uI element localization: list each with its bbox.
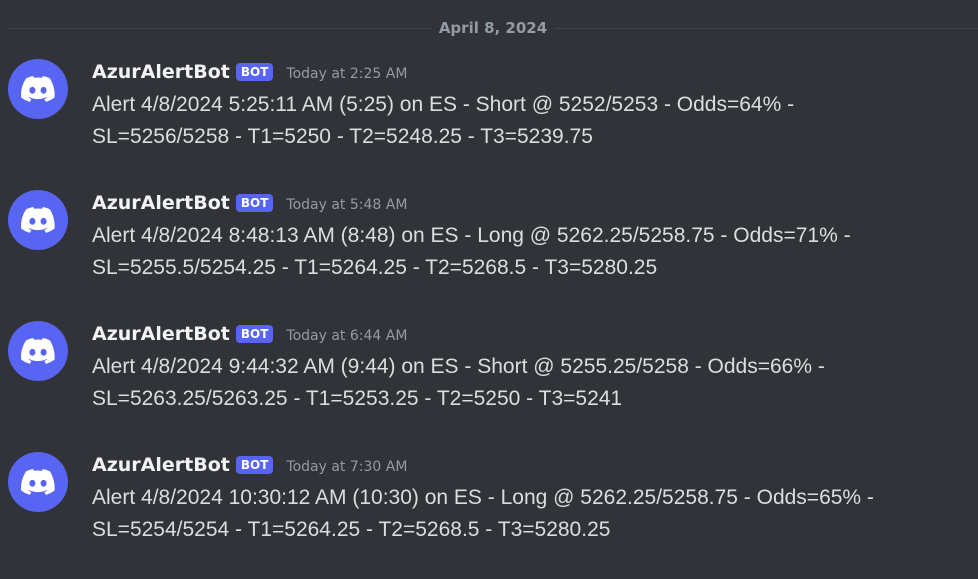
message-header: AzurAlertBot BOT Today at 7:30 AM <box>92 452 407 478</box>
username[interactable]: AzurAlertBot <box>92 192 230 214</box>
message-header: AzurAlertBot BOT Today at 5:48 AM <box>92 190 407 216</box>
divider-line-right <box>555 27 978 29</box>
bot-tag: BOT <box>235 456 274 474</box>
message-line: SL=5263.25/5263.25 - T1=5253.25 - T2=525… <box>92 387 623 410</box>
bot-tag: BOT <box>235 325 274 343</box>
timestamp[interactable]: Today at 7:30 AM <box>286 459 407 475</box>
timestamp[interactable]: Today at 5:48 AM <box>286 197 407 213</box>
message-line: Alert 4/8/2024 5:25:11 AM (5:25) on ES -… <box>92 93 795 116</box>
message-header: AzurAlertBot BOT Today at 6:44 AM <box>92 321 407 347</box>
avatar[interactable] <box>8 321 68 381</box>
divider-line-left <box>8 27 431 29</box>
discord-logo-icon <box>21 469 55 495</box>
date-divider: April 8, 2024 <box>8 18 978 38</box>
message-line: SL=5256/5258 - T1=5250 - T2=5248.25 - T3… <box>92 125 593 148</box>
bot-tag: BOT <box>235 63 274 81</box>
message-content: Alert 4/8/2024 9:44:32 AM (9:44) on ES -… <box>92 351 962 415</box>
message-content: Alert 4/8/2024 8:48:13 AM (8:48) on ES -… <box>92 220 962 284</box>
message: AzurAlertBot BOT Today at 2:25 AM Alert … <box>0 59 978 169</box>
avatar[interactable] <box>8 190 68 250</box>
message-line: SL=5254/5254 - T1=5264.25 - T2=5268.5 - … <box>92 518 611 541</box>
message-line: Alert 4/8/2024 10:30:12 AM (10:30) on ES… <box>92 486 874 509</box>
message: AzurAlertBot BOT Today at 5:48 AM Alert … <box>0 190 978 300</box>
message-content: Alert 4/8/2024 10:30:12 AM (10:30) on ES… <box>92 482 962 546</box>
discord-logo-icon <box>21 207 55 233</box>
avatar[interactable] <box>8 452 68 512</box>
message-line: SL=5255.5/5254.25 - T1=5264.25 - T2=5268… <box>92 256 658 279</box>
username[interactable]: AzurAlertBot <box>92 323 230 345</box>
username[interactable]: AzurAlertBot <box>92 61 230 83</box>
message-line: Alert 4/8/2024 8:48:13 AM (8:48) on ES -… <box>92 224 851 247</box>
message: AzurAlertBot BOT Today at 6:44 AM Alert … <box>0 321 978 431</box>
discord-logo-icon <box>21 76 55 102</box>
message-content: Alert 4/8/2024 5:25:11 AM (5:25) on ES -… <box>92 89 962 153</box>
bot-tag: BOT <box>235 194 274 212</box>
timestamp[interactable]: Today at 2:25 AM <box>286 66 407 82</box>
date-divider-text: April 8, 2024 <box>438 19 548 37</box>
chat-area: April 8, 2024 AzurAlertBot BOT Today at … <box>0 0 978 579</box>
discord-logo-icon <box>21 338 55 364</box>
username[interactable]: AzurAlertBot <box>92 454 230 476</box>
avatar[interactable] <box>8 59 68 119</box>
message-line: Alert 4/8/2024 9:44:32 AM (9:44) on ES -… <box>92 355 825 378</box>
timestamp[interactable]: Today at 6:44 AM <box>286 328 407 344</box>
message-header: AzurAlertBot BOT Today at 2:25 AM <box>92 59 407 85</box>
message: AzurAlertBot BOT Today at 7:30 AM Alert … <box>0 452 978 562</box>
